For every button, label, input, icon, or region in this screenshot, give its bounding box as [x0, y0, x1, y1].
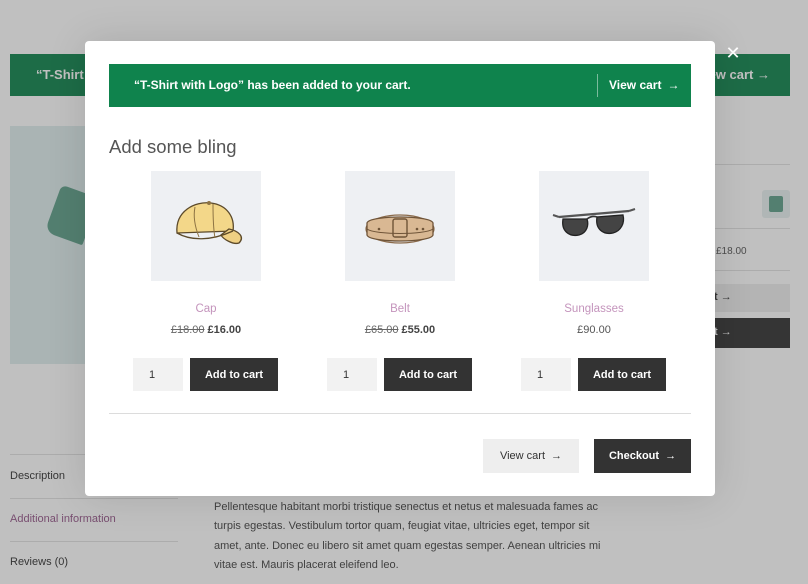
cart-notice: “T-Shirt with Logo” has been added to yo…: [109, 64, 691, 107]
product-image-sunglasses[interactable]: [539, 171, 649, 281]
arrow-right-icon: →: [551, 450, 563, 462]
product-name-sunglasses[interactable]: Sunglasses: [497, 303, 691, 315]
added-to-cart-modal: “T-Shirt with Logo” has been added to yo…: [85, 41, 715, 496]
add-to-cart-button-sunglasses[interactable]: Add to cart: [578, 358, 666, 391]
arrow-right-icon: →: [667, 78, 680, 92]
quantity-input-cap[interactable]: [133, 358, 183, 391]
notice-separator: [597, 74, 598, 97]
cart-notice-message: “T-Shirt with Logo” has been added to yo…: [134, 78, 411, 92]
modal-divider: [109, 413, 691, 414]
product-price-sunglasses: £90.00: [497, 324, 691, 336]
product-old-price: £65.00: [364, 324, 399, 336]
arrow-right-icon: →: [665, 450, 677, 462]
product-image-belt[interactable]: [345, 171, 455, 281]
product-image-cap[interactable]: [151, 171, 261, 281]
belt-icon: [365, 214, 435, 244]
product-price-belt: £65.00 £55.00: [303, 324, 497, 336]
product-old-price: £18.00: [170, 324, 205, 336]
close-icon[interactable]: ✕: [724, 44, 742, 62]
product-sale-price: £55.00: [401, 324, 436, 336]
product-name-belt[interactable]: Belt: [303, 303, 497, 315]
modal-heading: Add some bling: [109, 136, 237, 157]
checkout-button[interactable]: Checkout →: [594, 439, 691, 473]
add-to-cart-button-belt[interactable]: Add to cart: [384, 358, 472, 391]
add-to-cart-button-cap[interactable]: Add to cart: [190, 358, 278, 391]
product-price-value: £90.00: [577, 324, 611, 336]
quantity-input-sunglasses[interactable]: [521, 358, 571, 391]
sunglasses-icon: [552, 208, 636, 237]
notice-view-cart-link[interactable]: View cart →: [609, 78, 679, 92]
cap-icon: [176, 201, 243, 245]
product-sale-price: £16.00: [207, 324, 242, 336]
product-price-cap: £18.00 £16.00: [109, 324, 303, 336]
product-name-cap[interactable]: Cap: [109, 303, 303, 315]
view-cart-button[interactable]: View cart →: [483, 439, 579, 473]
quantity-input-belt[interactable]: [327, 358, 377, 391]
